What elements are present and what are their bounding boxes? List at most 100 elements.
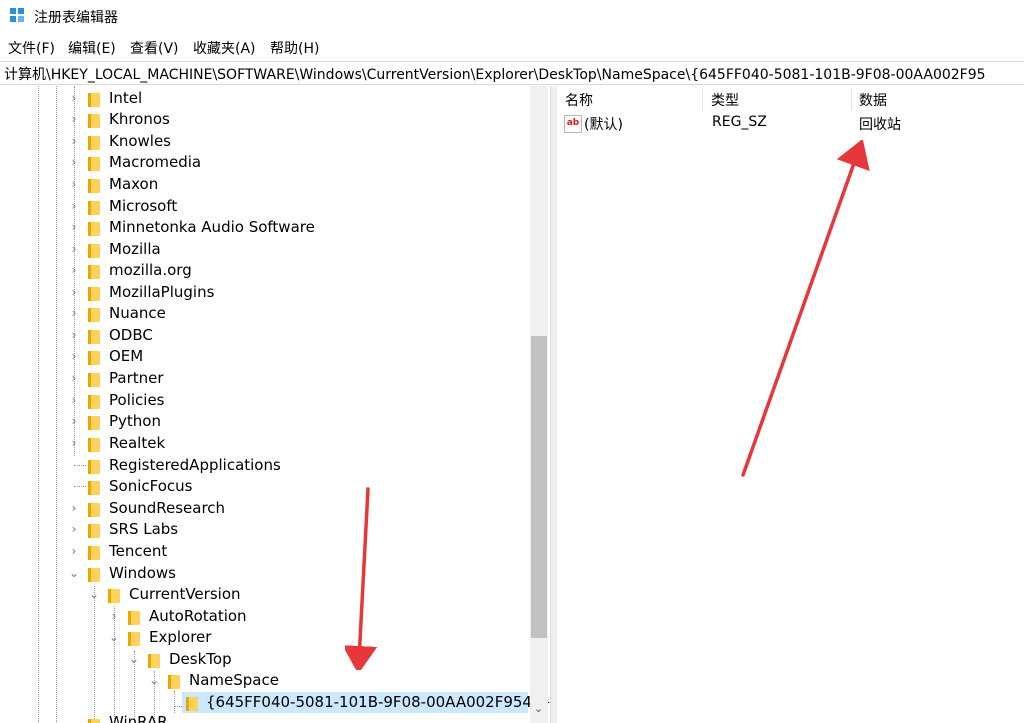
folder-icon (128, 609, 142, 625)
chevron-right-icon[interactable]: › (68, 541, 80, 562)
value-type: REG_SZ (712, 114, 767, 130)
tree-item[interactable]: › SoundResearch (68, 498, 528, 519)
tree-item[interactable]: › Macromedia (68, 152, 528, 173)
folder-icon (88, 242, 102, 258)
column-separator[interactable] (851, 88, 852, 110)
tree-item[interactable]: › OEM (68, 346, 528, 367)
folder-icon (88, 349, 102, 365)
tree-item[interactable]: › Realtek (68, 433, 528, 454)
chevron-down-icon[interactable]: ⌄ (108, 627, 120, 648)
folder-icon (88, 263, 102, 279)
string-value-icon: ab (564, 115, 582, 133)
folder-icon (88, 393, 102, 409)
tree-item[interactable]: › SRS Labs (68, 519, 528, 540)
chevron-right-icon[interactable]: › (68, 152, 80, 173)
chevron-right-icon[interactable]: › (68, 109, 80, 130)
chevron-right-icon[interactable]: › (68, 303, 80, 324)
chevron-down-icon[interactable]: ⌄ (68, 563, 80, 584)
folder-icon (108, 587, 122, 603)
tree-item[interactable]: › Khronos (68, 109, 528, 130)
chevron-right-icon[interactable]: › (68, 390, 80, 411)
tree-item[interactable]: › Policies (68, 390, 528, 411)
chevron-right-icon[interactable]: › (68, 239, 80, 260)
folder-icon (168, 673, 182, 689)
chevron-right-icon[interactable]: › (68, 519, 80, 540)
chevron-right-icon[interactable]: › (68, 433, 80, 454)
chevron-right-icon[interactable]: › (68, 260, 80, 281)
tree-item[interactable]: › Microsoft (68, 196, 528, 217)
tree-guide (56, 86, 57, 723)
menu-view[interactable]: 查看(V) (130, 38, 179, 58)
menu-help[interactable]: 帮助(H) (270, 38, 319, 58)
tree-item[interactable]: › AutoRotation (108, 606, 528, 627)
title-bar: 注册表编辑器 (0, 0, 1024, 34)
tree-item[interactable]: › Python (68, 411, 528, 432)
menu-file[interactable]: 文件(F) (8, 38, 55, 58)
tree-guide (38, 86, 39, 723)
chevron-down-icon[interactable]: ⌄ (128, 649, 140, 670)
selected-tree-item[interactable]: {645FF040-5081-101B-9F08-00AA002F954E} (182, 692, 550, 713)
chevron-right-icon[interactable]: › (68, 88, 80, 109)
folder-icon (88, 544, 102, 560)
chevron-right-icon[interactable]: › (68, 411, 80, 432)
chevron-right-icon[interactable]: › (108, 606, 120, 627)
menu-edit[interactable]: 编辑(E) (68, 38, 116, 58)
scroll-down-icon[interactable]: ⌄ (534, 702, 543, 715)
column-separator[interactable] (702, 88, 703, 110)
tree-item[interactable]: › Knowles (68, 131, 528, 152)
tree-item[interactable]: › Intel (68, 88, 528, 109)
tree-item[interactable]: › mozilla.org (68, 260, 528, 281)
column-header-data[interactable]: 数据 (859, 90, 887, 110)
tree-item[interactable]: RegisteredApplications (68, 455, 528, 476)
chevron-right-icon[interactable]: › (68, 346, 80, 367)
chevron-right-icon[interactable]: › (68, 368, 80, 389)
tree-item[interactable]: › Nuance (68, 303, 528, 324)
tree-item[interactable]: ⌄ Windows (68, 563, 528, 584)
tree-item[interactable]: SonicFocus (68, 476, 528, 497)
folder-icon (88, 566, 102, 582)
folder-icon (88, 199, 102, 215)
folder-icon (88, 522, 102, 538)
value-name[interactable]: (默认) (584, 114, 623, 134)
tree-item[interactable]: › ODBC (68, 325, 528, 346)
tree-item[interactable]: › Partner (68, 368, 528, 389)
tree-item[interactable]: › Mozilla (68, 239, 528, 260)
menu-favorites[interactable]: 收藏夹(A) (193, 38, 256, 58)
tree-item[interactable]: › MozillaPlugins (68, 282, 528, 303)
folder-icon (148, 652, 162, 668)
folder-icon (88, 717, 102, 723)
address-bar[interactable]: 计算机\HKEY_LOCAL_MACHINE\SOFTWARE\Windows\… (0, 61, 1024, 85)
folder-icon (88, 306, 102, 322)
folder-icon (88, 328, 102, 344)
tree-item[interactable]: WinRAR (68, 713, 528, 723)
tree-item[interactable]: ⌄ NameSpace (148, 670, 528, 691)
address-path[interactable]: 计算机\HKEY_LOCAL_MACHINE\SOFTWARE\Windows\… (4, 64, 986, 84)
scrollbar-thumb[interactable] (531, 336, 547, 638)
menu-bar: 文件(F) 编辑(E) 查看(V) 收藏夹(A) 帮助(H) (0, 34, 1024, 60)
tree-item[interactable]: › Tencent (68, 541, 528, 562)
chevron-right-icon[interactable]: › (68, 282, 80, 303)
tree-scrollbar[interactable]: ⌄ (530, 86, 548, 723)
chevron-right-icon[interactable]: › (68, 174, 80, 195)
column-header-type[interactable]: 类型 (711, 90, 739, 110)
chevron-right-icon[interactable]: › (68, 131, 80, 152)
chevron-right-icon[interactable]: › (68, 498, 80, 519)
folder-icon (88, 458, 102, 474)
folder-icon (88, 285, 102, 301)
chevron-down-icon[interactable]: ⌄ (88, 584, 100, 605)
tree-item[interactable]: ⌄ DeskTop (128, 649, 528, 670)
folder-icon (88, 414, 102, 430)
tree-item[interactable]: ⌄ Explorer (108, 627, 528, 648)
chevron-right-icon[interactable]: › (68, 217, 80, 238)
folder-icon (88, 177, 102, 193)
chevron-right-icon[interactable]: › (68, 196, 80, 217)
column-header-name[interactable]: 名称 (565, 90, 593, 110)
tree-item[interactable]: › Minnetonka Audio Software (68, 217, 528, 238)
folder-icon (186, 695, 200, 711)
chevron-down-icon[interactable]: ⌄ (148, 670, 160, 691)
tree-item[interactable]: ⌄ CurrentVersion (88, 584, 528, 605)
tree-guide (94, 586, 95, 723)
tree-item[interactable]: › Maxon (68, 174, 528, 195)
chevron-right-icon[interactable]: › (68, 325, 80, 346)
folder-icon (88, 220, 102, 236)
